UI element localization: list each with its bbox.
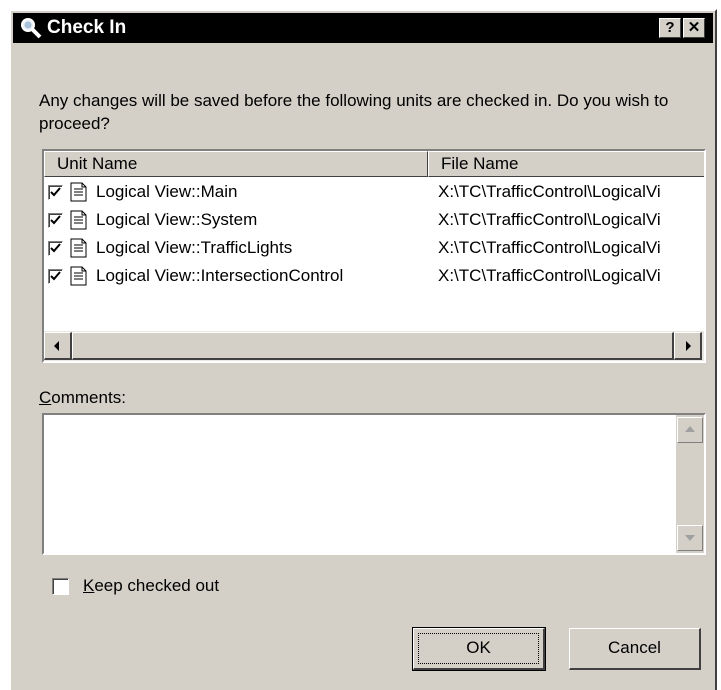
- unit-checkbox[interactable]: [48, 185, 63, 200]
- help-button[interactable]: ?: [659, 18, 681, 38]
- comments-textarea[interactable]: [42, 413, 706, 555]
- keep-checked-out-label[interactable]: Keep checked out: [83, 575, 219, 597]
- list-item[interactable]: Logical View::System X:\TC\TrafficContro…: [44, 207, 704, 235]
- list-header: Unit Name File Name: [44, 151, 704, 177]
- scroll-left-button[interactable]: [44, 332, 72, 360]
- arrow-left-icon: [54, 341, 59, 351]
- unit-document-icon: [70, 238, 88, 258]
- horizontal-scrollbar[interactable]: [44, 331, 704, 361]
- file-name: X:\TC\TrafficControl\LogicalVi: [438, 238, 661, 257]
- scroll-down-button[interactable]: [677, 525, 703, 551]
- confirmation-message: Any changes will be saved before the fol…: [39, 91, 669, 133]
- ok-button[interactable]: OK: [412, 627, 546, 671]
- scrollbar-thumb[interactable]: [72, 332, 674, 360]
- unit-checkbox[interactable]: [48, 213, 63, 228]
- unit-document-icon: [70, 182, 88, 202]
- file-name: X:\TC\TrafficControl\LogicalVi: [438, 182, 661, 201]
- file-name: X:\TC\TrafficControl\LogicalVi: [438, 266, 661, 285]
- keep-label-text: eep checked out: [94, 576, 220, 595]
- arrow-down-icon: [685, 535, 695, 541]
- unit-checkbox[interactable]: [48, 269, 63, 284]
- magnifier-icon: [19, 17, 43, 39]
- list-item[interactable]: Logical View::IntersectionControl X:\TC\…: [44, 263, 704, 291]
- focus-rectangle: [418, 633, 539, 664]
- vertical-scrollbar[interactable]: [676, 415, 704, 553]
- file-name: X:\TC\TrafficControl\LogicalVi: [438, 210, 661, 229]
- unit-name: Logical View::Main: [96, 182, 238, 201]
- unit-name: Logical View::TrafficLights: [96, 238, 293, 257]
- column-header-unit-name[interactable]: Unit Name: [44, 151, 428, 177]
- list-item[interactable]: Logical View::TrafficLights X:\TC\Traffi…: [44, 235, 704, 263]
- keep-checked-out-checkbox[interactable]: [52, 578, 69, 595]
- dialog-title: Check In: [47, 17, 127, 38]
- arrow-up-icon: [685, 426, 695, 432]
- list-item[interactable]: Logical View::Main X:\TC\TrafficControl\…: [44, 179, 704, 207]
- close-button[interactable]: ✕: [683, 18, 705, 38]
- column-header-file-name[interactable]: File Name: [428, 151, 704, 177]
- comments-label: Comments:: [39, 387, 126, 409]
- unit-list[interactable]: Unit Name File Name Logical View::Main X…: [42, 149, 706, 363]
- unit-checkbox[interactable]: [48, 241, 63, 256]
- unit-document-icon: [70, 266, 88, 286]
- unit-name: Logical View::IntersectionControl: [96, 266, 344, 285]
- check-in-dialog: Check In ? ✕ Any changes will be saved b…: [9, 9, 717, 690]
- keep-label-mnemonic: K: [83, 576, 95, 595]
- title-bar[interactable]: Check In ? ✕: [13, 13, 713, 43]
- scroll-right-button[interactable]: [674, 332, 702, 360]
- unit-document-icon: [70, 210, 88, 230]
- scroll-up-button[interactable]: [677, 417, 703, 443]
- comments-label-text: omments:: [51, 388, 126, 407]
- comments-label-mnemonic: C: [39, 388, 52, 407]
- cancel-button[interactable]: Cancel: [569, 628, 701, 670]
- unit-name: Logical View::System: [96, 210, 258, 229]
- arrow-right-icon: [686, 341, 691, 351]
